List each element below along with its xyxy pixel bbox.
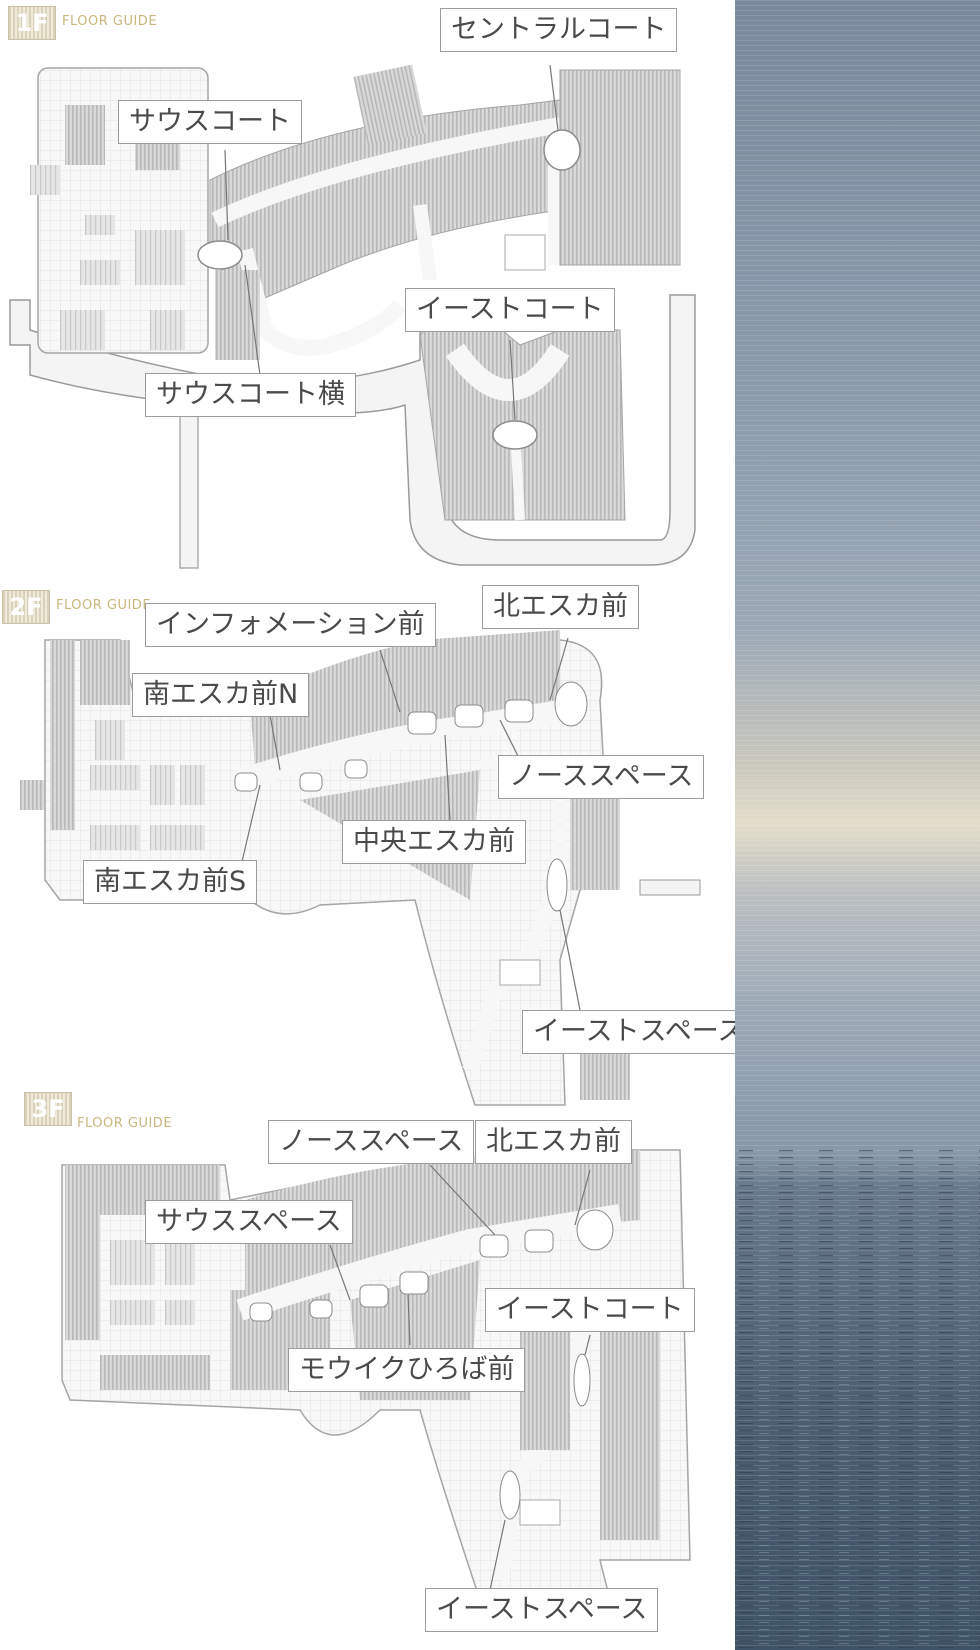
tenant-block [100,1355,210,1390]
callout-south-court: サウスコート [118,100,302,144]
escalator-marker [309,1299,333,1319]
escalator-marker [234,772,258,792]
callout-central-court: セントラルコート [440,8,678,52]
callout-east-court: イーストコート [405,288,615,332]
escalator-marker [399,1271,429,1295]
escalator-marker [344,759,368,779]
floor-guide-label-3f: FLOOR GUIDE [77,1116,173,1131]
tenant-block [65,105,105,165]
escalator-marker [407,711,437,735]
tenant-block [85,215,115,235]
callout-south-escalator-front-n: 南エスカ前N [132,673,310,717]
callout-central-escalator-front: 中央エスカ前 [342,820,526,864]
escalator-marker [249,1302,273,1322]
callout-south-court-side: サウスコート横 [145,373,356,417]
tenant-block [135,230,160,285]
floor-badge-1f: 1F [8,6,56,40]
tenant-block [504,234,546,271]
callout-east-court-3f: イーストコート [485,1288,695,1332]
tenant-block [165,1300,195,1325]
south-court-marker [197,240,243,270]
floor-guide-label-1f: FLOOR GUIDE [62,14,158,29]
callout-north-space: ノーススペース [498,755,705,799]
tenant-block [519,1499,561,1526]
seascape-photo [735,0,980,1650]
floor-maps: 1F FLOOR GUIDE 2F FLOOR GUIDE 3F FLOOR G… [0,0,776,1650]
callout-south-space: サウススペース [145,1200,353,1244]
tenant-block [50,640,75,830]
callout-north-space-3f: ノーススペース [268,1120,475,1164]
sea-waves [735,1150,980,1650]
callout-information-front: インフォメーション前 [145,603,436,647]
callout-mouiku-plaza-front: モウイクひろば前 [288,1348,526,1392]
tenant-block [20,780,45,810]
central-court-marker [543,129,581,171]
tenant-block [150,765,175,805]
tenant-block [80,640,130,705]
callout-south-escalator-front-s: 南エスカ前S [83,860,258,904]
callout-north-escalator-front: 北エスカ前 [482,585,639,629]
east-building [559,69,681,266]
tenant-block [65,1165,100,1340]
east-court-marker [573,1353,591,1407]
tenant-block [215,270,260,360]
tenant-block [180,765,205,805]
corridor [413,204,437,281]
tenant-block [499,959,541,986]
escalator-marker [359,1284,389,1308]
east-court-marker [492,420,538,450]
tenant-block [95,720,125,760]
tenant-block [90,825,140,850]
callout-east-space: イーストスペース [425,1588,659,1632]
tenant-block [30,165,60,195]
tenant-block [110,1300,155,1325]
escalator-marker [524,1229,554,1253]
tenant-block [80,260,120,285]
escalator-marker [504,699,534,723]
tenant-block [150,310,185,350]
escalator-marker [299,772,323,792]
east-space-marker [546,858,568,912]
tenant-block [165,1240,195,1285]
floor-badge-3f: 3F [24,1092,72,1126]
floor-guide-label-2f: FLOOR GUIDE [56,598,152,613]
north-escalator-marker [576,1209,614,1251]
seascape-drawing [735,0,980,1650]
tenant-block [110,1240,155,1285]
callout-north-escalator-front-3f: 北エスカ前 [475,1120,632,1164]
bridge [639,879,701,896]
access-road [179,407,199,569]
escalator-marker [479,1234,509,1258]
tenant-block [520,1320,570,1450]
tenant-block [60,310,105,350]
east-space-marker [499,1470,521,1520]
tenant-block [90,765,140,790]
tenant-block [150,825,205,850]
escalator-marker [454,704,484,728]
floor-badge-2f: 2F [2,590,50,624]
tenant-block [160,230,185,285]
north-escalator-marker [554,681,588,727]
